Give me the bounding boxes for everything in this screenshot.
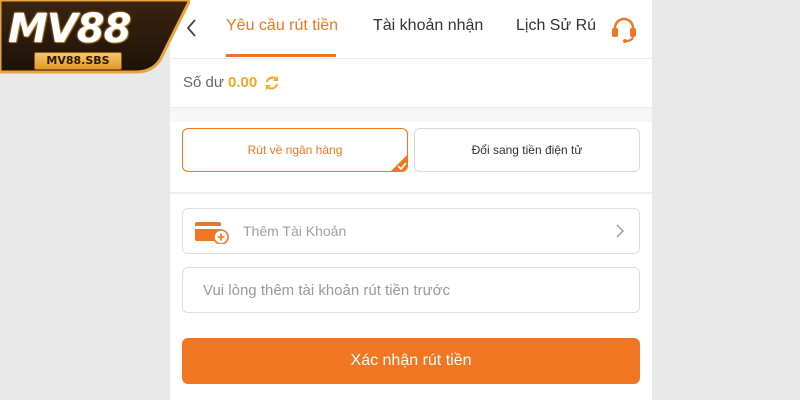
add-account-label: Thêm Tài Khoản [243,223,347,239]
add-account-row[interactable]: Thêm Tài Khoản [182,208,640,254]
headset-icon [612,17,636,43]
tab-receiving-account[interactable]: Tài khoản nhận [373,17,483,35]
section-spacer [170,108,652,122]
tab-withdraw-history[interactable]: Lịch Sử Rú [516,17,596,35]
refresh-icon [266,76,278,90]
method-crypto-exchange[interactable]: Đổi sang tiền điện tử [414,128,640,172]
logo-domain-text: MV88.SBS [34,52,122,70]
balance-row: Số dư 0.00 [170,59,652,108]
top-nav-bar: Yêu cầu rút tiền Tài khoản nhận Lịch Sử … [170,0,652,59]
balance-value: 0.00 [228,74,258,91]
section-divider [170,192,652,194]
withdraw-panel: Yêu cầu rút tiền Tài khoản nhận Lịch Sử … [170,0,652,400]
withdraw-account-input[interactable] [182,267,640,313]
method-crypto-label: Đổi sang tiền điện tử [471,143,583,157]
card-add-icon [195,222,229,244]
confirm-withdraw-button[interactable]: Xác nhận rút tiền [182,338,640,384]
refresh-button[interactable] [263,74,281,92]
tab-withdraw-request[interactable]: Yêu cầu rút tiền [226,17,338,35]
logo-brand-text: MV88 [8,6,131,52]
method-bank-label: Rút về ngân hàng [247,143,343,157]
active-tab-indicator [226,54,336,57]
brand-logo: MV88 MV88.SBS [0,0,190,74]
support-button[interactable] [608,14,640,44]
selected-check-icon [391,155,407,171]
method-bank-withdraw[interactable]: Rút về ngân hàng [182,128,408,172]
balance-label: Số dư [183,74,224,91]
bottom-spacer [170,386,652,400]
chevron-right-icon [616,224,624,238]
